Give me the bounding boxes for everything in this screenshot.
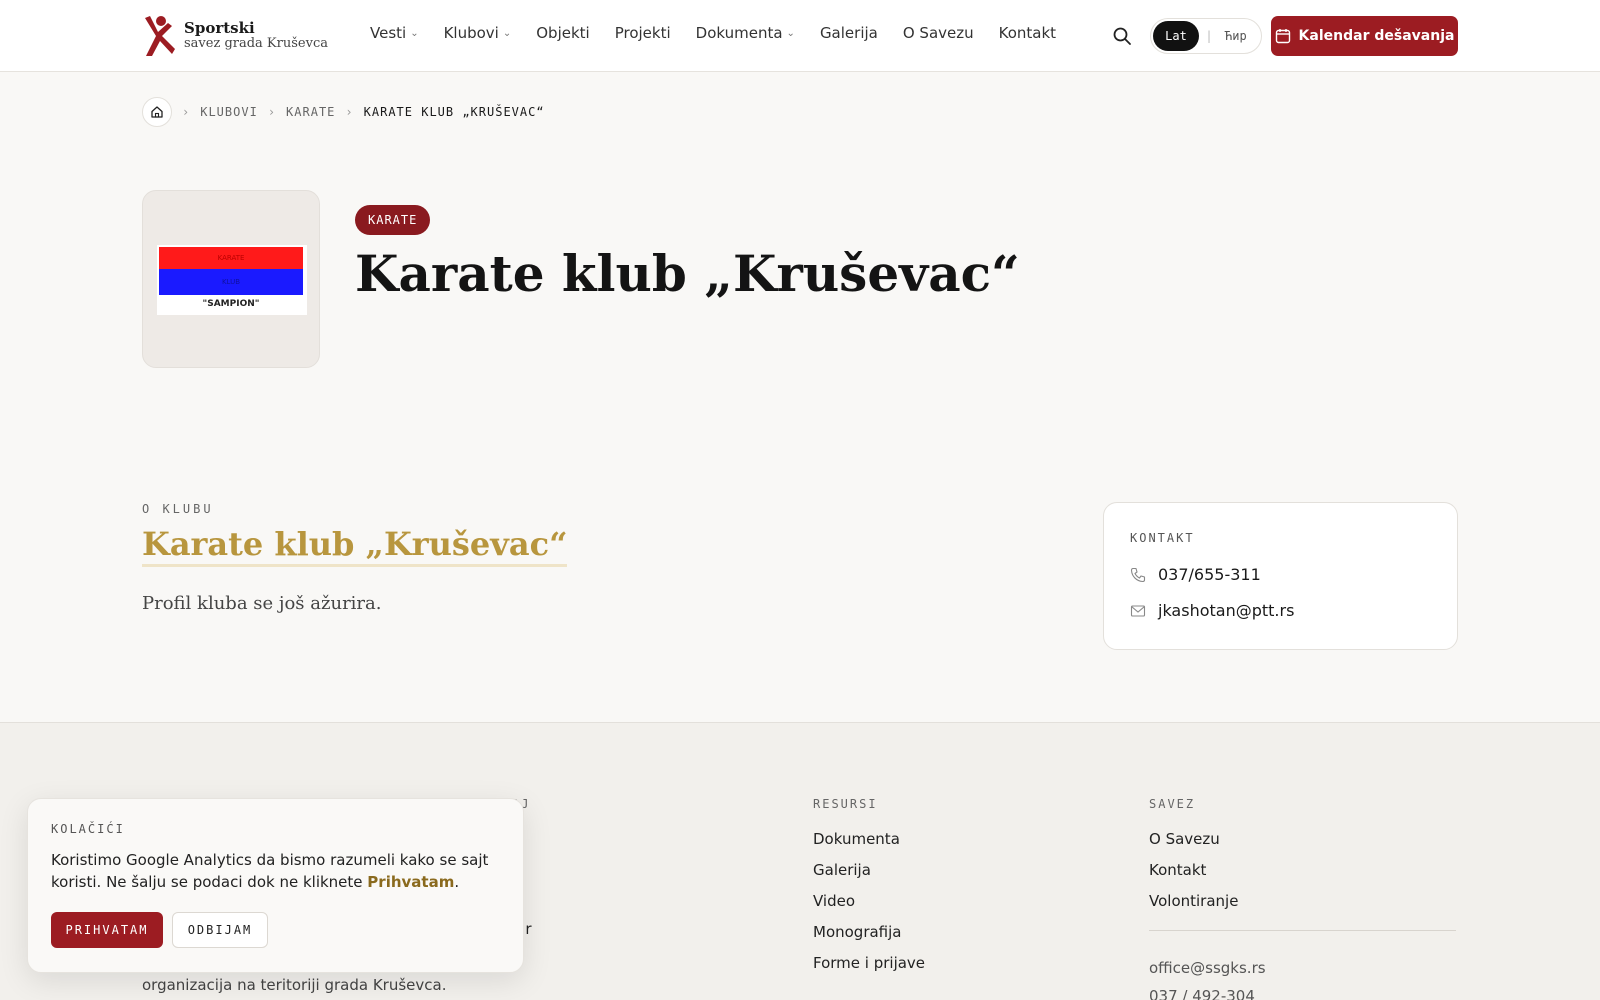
- nav-item-kontakt[interactable]: Kontakt: [999, 24, 1056, 42]
- footer-resources-list: Dokumenta Galerija Video Monografija For…: [813, 829, 925, 974]
- cookie-text-end: .: [454, 873, 460, 891]
- logo-title: Sportski: [184, 19, 255, 38]
- page-title: Karate klub „Kruševac“: [355, 244, 1020, 303]
- breadcrumb: › KLUBOVI › KARATE › KARATE KLUB „KRUŠEV…: [142, 97, 545, 127]
- club-logo: KARATE KLUB "SAMPION": [142, 190, 320, 368]
- nav-item-klubovi[interactable]: Klubovi ⌄: [444, 24, 512, 42]
- footer-link-o-savezu[interactable]: O Savezu: [1149, 829, 1238, 850]
- contact-email-row[interactable]: jkashotan@ptt.rs: [1130, 601, 1294, 620]
- nav-item-o-savezu[interactable]: O Savezu: [903, 24, 974, 42]
- chevron-right-icon: ›: [267, 105, 277, 119]
- site-logo[interactable]: Sportski savez grada Kruševca: [142, 14, 328, 58]
- breadcrumb-karate[interactable]: KARATE: [286, 105, 335, 119]
- footer-link-dokumenta[interactable]: Dokumenta: [813, 829, 925, 850]
- nav-label: Dokumenta: [695, 24, 783, 42]
- nav-label: Projekti: [614, 24, 671, 42]
- nav-item-projekti[interactable]: Projekti: [615, 24, 671, 42]
- footer-savez-head: SAVEZ: [1149, 797, 1196, 811]
- site-header: Sportski savez grada Kruševca Vesti ⌄ Kl…: [0, 0, 1600, 72]
- nav-item-vesti[interactable]: Vesti ⌄: [370, 24, 419, 42]
- lang-divider: |: [1207, 29, 1212, 43]
- footer-link-forme[interactable]: Forme i prijave: [813, 953, 925, 974]
- search-icon[interactable]: [1112, 26, 1132, 46]
- chevron-down-icon: ⌄: [786, 27, 795, 39]
- about-label: O KLUBU: [142, 502, 214, 516]
- footer-link-monografija[interactable]: Monografija: [813, 922, 925, 943]
- nav-item-dokumenta[interactable]: Dokumenta ⌄: [696, 24, 795, 42]
- footer-link-galerija[interactable]: Galerija: [813, 860, 925, 881]
- footer-link-volontiranje[interactable]: Volontiranje: [1149, 891, 1238, 912]
- mail-icon: [1130, 604, 1146, 617]
- nav-item-objekti[interactable]: Objekti: [536, 24, 589, 42]
- main-nav: Vesti ⌄ Klubovi ⌄ Objekti Projekti Dokum…: [370, 24, 1056, 42]
- chevron-right-icon: ›: [182, 105, 191, 119]
- cookie-text: Koristimo Google Analytics da bismo razu…: [51, 849, 491, 893]
- breadcrumb-home[interactable]: [142, 97, 172, 127]
- chevron-down-icon: ⌄: [410, 27, 419, 39]
- cookie-accept-button[interactable]: PRIHVATAM: [51, 912, 163, 948]
- home-icon: [151, 106, 163, 118]
- footer-email[interactable]: office@ssgks.rs: [1149, 959, 1266, 977]
- nav-label: Vesti: [370, 24, 407, 42]
- nav-item-galerija[interactable]: Galerija: [820, 24, 878, 42]
- nav-label: Kontakt: [998, 24, 1057, 42]
- breadcrumb-current: KARATE KLUB „KRUŠEVAC“: [363, 105, 545, 119]
- chevron-down-icon: ⌄: [502, 27, 512, 39]
- footer-savez-list: O Savezu Kontakt Volontiranje: [1149, 829, 1238, 912]
- nav-label: Galerija: [819, 24, 878, 42]
- lang-latin-button[interactable]: Lat: [1153, 21, 1199, 51]
- chevron-right-icon: ›: [345, 105, 354, 119]
- phone-icon: [1130, 567, 1146, 582]
- footer-phone[interactable]: 037 / 492-304: [1149, 987, 1255, 1000]
- footer-link-video[interactable]: Video: [813, 891, 925, 912]
- cookie-text-accent: Prihvatam: [367, 873, 455, 891]
- category-badge[interactable]: KARATE: [355, 205, 431, 235]
- calendar-icon: [1275, 29, 1290, 44]
- contact-phone: 037/655-311: [1158, 565, 1261, 584]
- club-logo-line2: KLUB: [159, 269, 303, 295]
- nav-label: Objekti: [536, 24, 590, 42]
- footer-link-kontakt[interactable]: Kontakt: [1149, 860, 1238, 881]
- language-toggle: Lat | Ћир: [1150, 18, 1262, 54]
- footer-divider: [1149, 930, 1456, 931]
- logo-figure-icon: [145, 16, 175, 56]
- club-logo-image: KARATE KLUB "SAMPION": [157, 245, 307, 315]
- lang-cyrillic-button[interactable]: Ћир: [1225, 29, 1247, 43]
- calendar-button[interactable]: Kalendar dešavanja: [1271, 16, 1458, 56]
- contact-card: KONTAKT 037/655-311 jkashotan@ptt.rs: [1103, 502, 1458, 650]
- contact-email: jkashotan@ptt.rs: [1158, 601, 1295, 620]
- footer-about-text: organizacija na teritoriji grada Kruševc…: [142, 976, 447, 994]
- cookie-title: KOLAČIĆI: [51, 822, 125, 836]
- logo-subtitle: savez grada Kruševca: [184, 36, 328, 52]
- footer-resources-head: RESURSI: [813, 797, 878, 811]
- cookie-banner: KOLAČIĆI Koristimo Google Analytics da b…: [27, 798, 524, 973]
- calendar-button-label: Kalendar dešavanja: [1298, 28, 1455, 44]
- club-logo-line3: "SAMPION": [202, 299, 260, 309]
- nav-label: Klubovi: [443, 24, 499, 42]
- about-title: Karate klub „Kruševac“: [142, 526, 568, 568]
- cookie-reject-button[interactable]: ODBIJAM: [172, 912, 268, 948]
- breadcrumb-klubovi[interactable]: KLUBOVI: [200, 105, 258, 119]
- nav-label: O Savezu: [902, 24, 974, 42]
- about-description: Profil kluba se još ažurira.: [142, 593, 382, 614]
- club-logo-line1: KARATE: [159, 247, 303, 269]
- contact-label: KONTAKT: [1130, 531, 1195, 545]
- contact-phone-row[interactable]: 037/655-311: [1130, 565, 1261, 584]
